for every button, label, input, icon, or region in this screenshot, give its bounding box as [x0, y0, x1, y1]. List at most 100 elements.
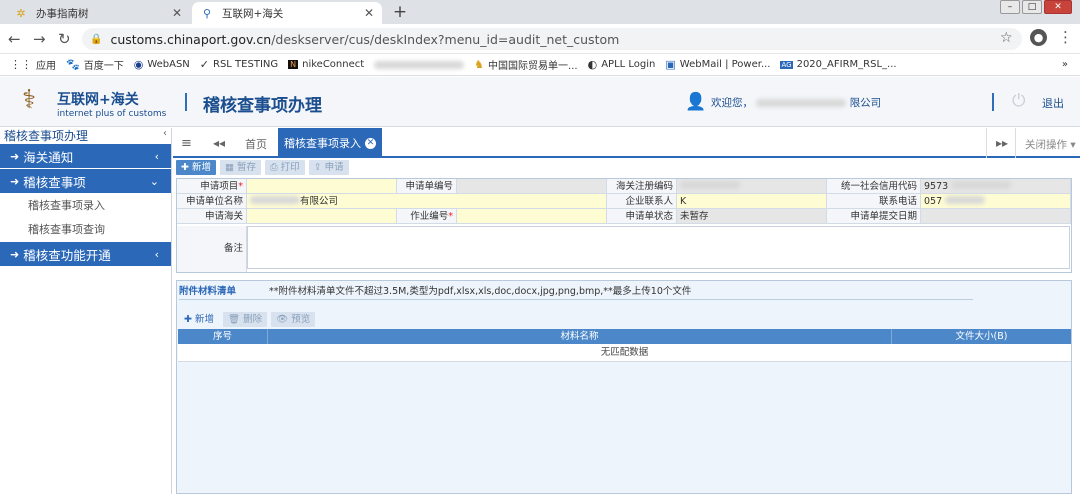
bookmark-apll[interactable]: ◐ APLL Login	[588, 58, 656, 71]
bookmark-rsl-testing[interactable]: ✓ RSL TESTING	[200, 58, 278, 71]
minimize-button[interactable]: –	[1000, 0, 1020, 14]
customs-icon: ⚲	[202, 6, 212, 20]
form-toolbar: ✚ 新增 ▦ 暂存 ⎙ 打印 ⇪ 申请	[176, 160, 349, 176]
nike-swoosh-icon: ✓	[199, 58, 210, 71]
maximize-button[interactable]: □	[1022, 0, 1042, 14]
save-draft-button[interactable]: ▦ 暂存	[220, 160, 262, 175]
submit-date-label: 申请单提交日期	[827, 209, 921, 224]
status-field: 未暂存	[677, 209, 827, 224]
close-operations-dropdown[interactable]: 关闭操作 ▾	[1025, 137, 1076, 152]
column-header-size: 文件大小(B)	[955, 331, 1008, 342]
phone-label: 联系电话	[827, 194, 921, 209]
welcome-text: 欢迎您， 限公司	[711, 97, 882, 109]
divider	[1015, 128, 1016, 158]
url-domain: customs.chinaport.gov.cn	[110, 31, 272, 47]
customs-reg-code-field	[677, 179, 827, 194]
credit-code-label: 统一社会信用代码	[827, 179, 921, 194]
application-no-field	[457, 179, 607, 194]
form-row: 申请海关 作业编号* 申请单状态 未暂存 申请单提交日期	[177, 209, 1071, 224]
bookmarks-overflow-icon[interactable]: »	[1062, 59, 1068, 70]
attachment-delete-button[interactable]: 🗑 删除	[223, 312, 268, 327]
bookmark-single-window[interactable]: ♞ 中国国际贸易单一...	[474, 57, 577, 72]
customs-reg-code-label: 海关注册编码	[607, 179, 677, 194]
afirm-icon: AG	[780, 60, 793, 69]
attachments-table: 序号 材料名称 文件大小(B) 无匹配数据	[178, 329, 1071, 362]
bookmark-star-icon[interactable]: ☆	[1000, 30, 1013, 46]
close-tab-icon[interactable]: ✕	[365, 137, 376, 149]
tab-audit-entry[interactable]: 稽核查事项录入 ✕	[278, 128, 382, 158]
reload-icon[interactable]: ↻	[58, 30, 71, 48]
bookmarks-bar: ⋮⋮ 应用 🐾 百度一下 ◉ WebASN ✓ RSL TESTING NnikeCon…	[0, 54, 1080, 76]
nike-icon: N	[288, 60, 299, 69]
lock-icon: 🔒	[90, 33, 103, 45]
new-tab-button[interactable]: +	[389, 2, 411, 22]
memo-textarea[interactable]	[247, 226, 1070, 269]
application-form: 申请项目* 申请单编号 海关注册编码 统一社会信用代码 9573 申请单位名称 …	[176, 178, 1072, 273]
credit-code-field: 9573	[921, 179, 1071, 194]
tab-scroll-left-icon[interactable]: ◂◂	[213, 136, 225, 150]
form-row: 备注	[177, 226, 1071, 272]
memo-label: 备注	[177, 226, 247, 272]
menu-toggle-icon[interactable]: ≡	[181, 136, 192, 151]
bookmark-nikeconnect[interactable]: NnikeConnect	[288, 59, 364, 70]
sidebar: 稽核查事项办理 ‹ ➜ 海关通知 ‹ ➜ 稽核查事项 ⌄ 稽核查事项录入 稽核查…	[0, 128, 172, 494]
company-name-label: 申请单位名称	[177, 194, 247, 209]
sidebar-item-customs-notice[interactable]: ➜ 海关通知 ‹	[0, 144, 171, 168]
divider	[986, 128, 987, 158]
browser-tab-guide[interactable]: ✲ 办事指南树 ✕	[6, 2, 190, 24]
tab-scroll-right-icon[interactable]: ▸▸	[996, 136, 1008, 150]
sidebar-item-audit-matters[interactable]: ➜ 稽核查事项 ⌄	[0, 169, 171, 193]
add-button[interactable]: ✚ 新增	[176, 160, 216, 175]
logout-button[interactable]: 退出	[1042, 95, 1064, 111]
bookmark-webasn[interactable]: ◉ WebASN	[134, 58, 190, 71]
apply-button[interactable]: ⇪ 申请	[308, 160, 349, 175]
bookmark-baidu[interactable]: 🐾 百度一下	[66, 57, 124, 72]
sidebar-item-feature-activation[interactable]: ➜ 稽核查功能开通 ‹	[0, 242, 171, 266]
sidebar-subitem-query[interactable]: 稽核查事项查询	[0, 218, 171, 242]
column-header-material: 材料名称	[268, 329, 892, 344]
close-window-button[interactable]: ✕	[1044, 0, 1072, 14]
customs-office-input[interactable]	[247, 209, 397, 224]
page-tab-bar: ≡ ◂◂ 首页 稽核查事项录入 ✕ ▸▸ 关闭操作 ▾	[173, 128, 1080, 158]
github-icon: ◐	[587, 58, 598, 71]
account-avatar[interactable]: ●	[1030, 29, 1047, 46]
forward-arrow-icon[interactable]: →	[33, 30, 46, 48]
job-no-label: 作业编号*	[397, 209, 457, 224]
submit-date-field	[921, 209, 1071, 224]
sidebar-subitem-entry[interactable]: 稽核查事项录入	[0, 194, 171, 218]
bookmark-webmail[interactable]: ▣ WebMail | Power...	[665, 58, 770, 71]
attachment-add-button[interactable]: ✚ 新增	[179, 312, 219, 327]
url-input[interactable]: 🔒 customs.chinaport.gov.cn /deskserver/c…	[82, 28, 1022, 50]
phone-input[interactable]: 057	[921, 194, 1071, 209]
webmail-icon: ▣	[665, 58, 676, 71]
page-title: 稽核查事项办理	[203, 96, 322, 116]
company-name-input[interactable]: 有限公司	[247, 194, 607, 209]
app-header: ⚕ 互联网+海关 internet plus of customs 稽核查事项办…	[0, 77, 1080, 127]
job-no-input[interactable]	[457, 209, 607, 224]
customs-logo-icon: ⚕	[21, 85, 37, 115]
attachment-preview-button[interactable]: 👁 预览	[271, 312, 316, 327]
webasn-icon: ◉	[133, 58, 144, 71]
customs-office-label: 申请海关	[177, 209, 247, 224]
close-tab-icon[interactable]: ✕	[364, 6, 374, 20]
divider	[179, 299, 973, 300]
attachments-toolbar: ✚ 新增 🗑 删除 👁 预览	[179, 312, 316, 327]
tab-home[interactable]: 首页	[245, 136, 267, 152]
contact-person-input[interactable]: K	[677, 194, 827, 209]
bookmark-afirm[interactable]: AG 2020_AFIRM_RSL_...	[780, 59, 897, 70]
column-header-index: 序号	[178, 329, 268, 344]
apply-item-label: 申请项目*	[177, 179, 247, 194]
power-icon[interactable]: ⏻	[1012, 91, 1025, 111]
bookmark-apps[interactable]: ⋮⋮ 应用	[10, 57, 56, 72]
sidebar-collapse-icon[interactable]: ‹	[163, 128, 167, 139]
close-tab-icon[interactable]: ✕	[172, 6, 182, 20]
more-menu-icon[interactable]: ⋮	[1058, 28, 1073, 46]
logo-text: 互联网+海关	[57, 92, 139, 108]
sign-in-icon: ➜	[10, 149, 20, 163]
print-button[interactable]: ⎙ 打印	[265, 160, 305, 175]
browser-tab-customs[interactable]: ⚲ 互联网+海关 ✕	[192, 2, 382, 24]
back-arrow-icon[interactable]: ←	[8, 30, 21, 48]
apply-item-input[interactable]	[247, 179, 397, 194]
status-label: 申请单状态	[607, 209, 677, 224]
chevron-down-icon: ⌄	[149, 174, 159, 188]
